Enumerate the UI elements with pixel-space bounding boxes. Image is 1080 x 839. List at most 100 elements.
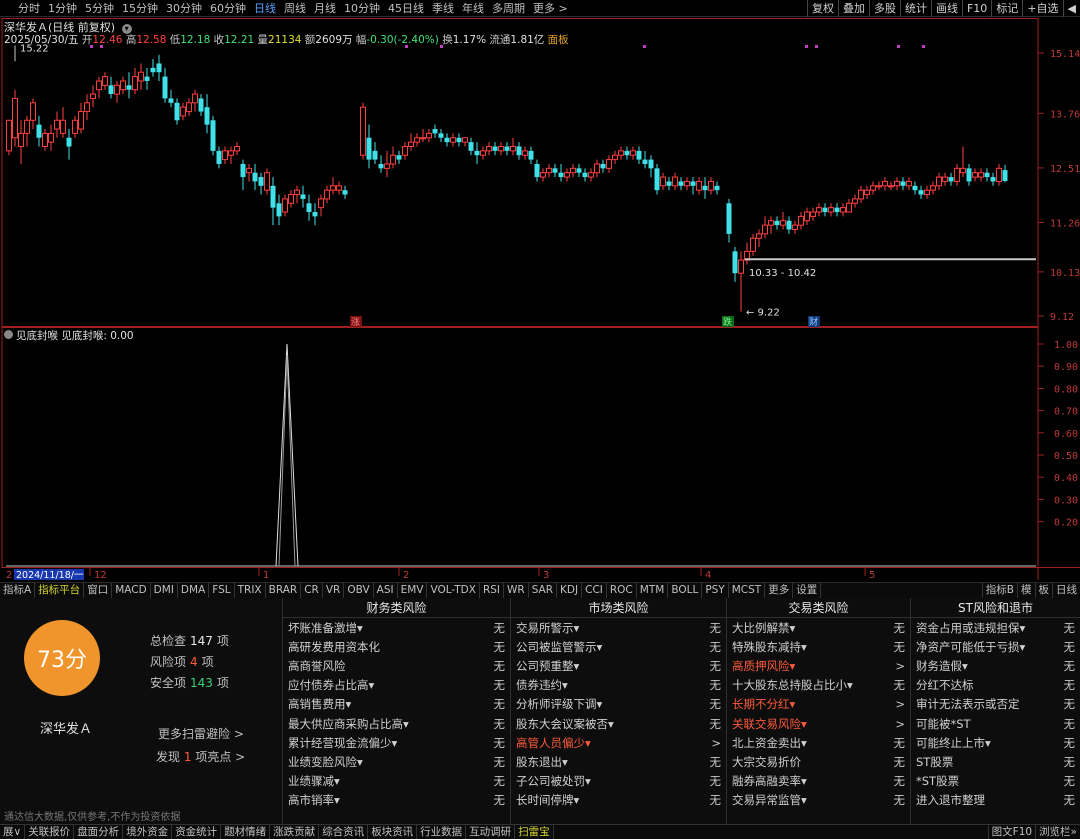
indicator-tab-1[interactable]: 指标平台 xyxy=(35,583,85,598)
indicator-tab-19[interactable]: CCI xyxy=(582,583,607,598)
risk-row[interactable]: 可能被*ST 无 xyxy=(911,714,1080,733)
panel-link[interactable]: 面板 xyxy=(548,34,569,46)
toolbar-button-4[interactable]: 画线 xyxy=(930,0,962,17)
period-tab-9[interactable]: 10分钟 xyxy=(340,0,384,16)
risk-row[interactable]: 长时间停牌▾ 无 xyxy=(511,791,726,810)
indicator-tab-15[interactable]: RSI xyxy=(480,583,504,598)
risk-row[interactable]: 应付债券占比高▾ 无 xyxy=(283,676,510,695)
period-tab-1[interactable]: 1分钟 xyxy=(44,0,81,16)
risk-row[interactable]: 十大股东总持股占比小▾ 无 xyxy=(727,676,910,695)
more-scan-link[interactable]: 更多扫雷避险 > xyxy=(158,725,244,742)
toolbar-button-6[interactable]: 标记 xyxy=(991,0,1022,17)
period-tab-8[interactable]: 月线 xyxy=(310,0,340,16)
indicator-tab-8[interactable]: BRAR xyxy=(266,583,302,598)
period-tab-5[interactable]: 60分钟 xyxy=(206,0,250,16)
bottom-tab-1[interactable]: 关联报价 xyxy=(25,825,75,839)
risk-row[interactable]: 高质押风险▾ > xyxy=(727,656,910,675)
risk-row[interactable]: 特殊股东减持▾ 无 xyxy=(727,637,910,656)
toolbar-button-1[interactable]: 叠加 xyxy=(837,0,869,17)
period-tab-6[interactable]: 日线 xyxy=(250,0,280,16)
risk-row[interactable]: 长期不分红▾ > xyxy=(727,695,910,714)
indicator-tab-18[interactable]: KDJ xyxy=(557,583,583,598)
risk-row[interactable]: 关联交易风险▾ > xyxy=(727,714,910,733)
period-tab-7[interactable]: 周线 xyxy=(280,0,310,16)
risk-row[interactable]: 交易所警示▾ 无 xyxy=(511,618,726,637)
indicator-tab-23[interactable]: PSY xyxy=(702,583,729,598)
risk-row[interactable]: 交易异常监管▾ 无 xyxy=(727,791,910,810)
risk-row[interactable]: 累计经营现金流偏少▾ 无 xyxy=(283,733,510,752)
indicator-tab-5[interactable]: DMA xyxy=(178,583,210,598)
risk-row[interactable]: 业绩骤减▾ 无 xyxy=(283,772,510,791)
risk-row[interactable]: 子公司被处罚▾ 无 xyxy=(511,772,726,791)
period-tab-10[interactable]: 45日线 xyxy=(384,0,428,16)
indicator-tab-right-3[interactable]: 日线 xyxy=(1052,583,1080,598)
risk-row[interactable]: 公司预重整▾ 无 xyxy=(511,656,726,675)
indicator-tab-right-0[interactable]: 指标B xyxy=(981,583,1017,598)
bottom-tab-8[interactable]: 板块资讯 xyxy=(368,825,418,839)
risk-row[interactable]: 高市销率▾ 无 xyxy=(283,791,510,810)
indicator-tab-0[interactable]: 指标A xyxy=(0,583,36,598)
indicator-tab-11[interactable]: OBV xyxy=(344,583,374,598)
indicator-tab-13[interactable]: EMV xyxy=(398,583,428,598)
risk-row[interactable]: 北上资金卖出▾ 无 xyxy=(727,733,910,752)
risk-row[interactable]: 大比例解禁▾ 无 xyxy=(727,618,910,637)
risk-row[interactable]: 高销售费用▾ 无 xyxy=(283,695,510,714)
indicator-tab-7[interactable]: TRIX xyxy=(235,583,266,598)
indicator-tab-right-2[interactable]: 板 xyxy=(1034,583,1053,598)
highlights-link[interactable]: 发现 1 项亮点 > xyxy=(156,748,245,765)
indicator-tab-2[interactable]: 窗口 xyxy=(84,583,113,598)
risk-row[interactable]: 债券违约▾ 无 xyxy=(511,676,726,695)
risk-row[interactable]: ST股票 无 xyxy=(911,752,1080,771)
risk-row[interactable]: 股东大会议案被否▾ 无 xyxy=(511,714,726,733)
period-tab-14[interactable]: 更多 > xyxy=(529,0,572,16)
risk-row[interactable]: 业绩变脸风险▾ 无 xyxy=(283,752,510,771)
risk-row[interactable]: 公司被监管警示▾ 无 xyxy=(511,637,726,656)
indicator-tab-4[interactable]: DMI xyxy=(151,583,178,598)
bottom-tab-7[interactable]: 综合资讯 xyxy=(319,825,369,839)
risk-row[interactable]: 高管人员偏少▾ > xyxy=(511,733,726,752)
toolbar-button-3[interactable]: 统计 xyxy=(899,0,931,17)
risk-row[interactable]: 净资产可能低于亏损▾ 无 xyxy=(911,637,1080,656)
bottom-tab-4[interactable]: 资金统计 xyxy=(172,825,222,839)
bottom-tab-9[interactable]: 行业数据 xyxy=(417,825,467,839)
risk-row[interactable]: 可能终止上市▾ 无 xyxy=(911,733,1080,752)
indicator-tab-16[interactable]: WR xyxy=(504,583,529,598)
period-tab-12[interactable]: 年线 xyxy=(458,0,488,16)
bottom-tab-10[interactable]: 互动调研 xyxy=(466,825,516,839)
risk-row[interactable]: 资金占用或违规担保▾ 无 xyxy=(911,618,1080,637)
risk-row[interactable]: 大宗交易折价 无 xyxy=(727,752,910,771)
toolbar-button-5[interactable]: F10 xyxy=(961,0,991,17)
bottom-tab-6[interactable]: 涨跌贡献 xyxy=(270,825,320,839)
risk-row[interactable]: 高商誉风险 无 xyxy=(283,656,510,675)
bottom-tab-5[interactable]: 题材情绪 xyxy=(221,825,271,839)
bottom-tab-3[interactable]: 境外资金 xyxy=(123,825,173,839)
indicator-tab-26[interactable]: 设置 xyxy=(793,583,822,598)
indicator-menu-icon[interactable] xyxy=(4,330,13,339)
indicator-tab-14[interactable]: VOL-TDX xyxy=(427,583,480,598)
risk-row[interactable]: 分析师评级下调▾ 无 xyxy=(511,695,726,714)
period-tab-4[interactable]: 30分钟 xyxy=(162,0,206,16)
indicator-tab-right-1[interactable]: 模 xyxy=(1017,583,1035,598)
indicator-tab-24[interactable]: MCST xyxy=(729,583,766,598)
period-tab-2[interactable]: 5分钟 xyxy=(81,0,118,16)
toolbar-button-7[interactable]: +自选 xyxy=(1022,0,1062,17)
risk-row[interactable]: 财务造假▾ 无 xyxy=(911,656,1080,675)
period-tab-3[interactable]: 15分钟 xyxy=(118,0,162,16)
bottom-right-1[interactable]: 浏览栏» xyxy=(1035,825,1080,839)
risk-row[interactable]: 进入退市整理 无 xyxy=(911,791,1080,810)
risk-row[interactable]: 高研发费用资本化 无 xyxy=(283,637,510,656)
period-tab-0[interactable]: 分时 xyxy=(14,0,44,16)
toolbar-button-8[interactable]: ◀ xyxy=(1062,0,1080,17)
indicator-tab-17[interactable]: SAR xyxy=(529,583,558,598)
risk-row[interactable]: 融券高融卖率▾ 无 xyxy=(727,772,910,791)
indicator-tab-25[interactable]: 更多 xyxy=(765,583,794,598)
toolbar-button-0[interactable]: 复权 xyxy=(806,0,838,17)
risk-row[interactable]: 审计无法表示或否定 无 xyxy=(911,695,1080,714)
indicator-tab-6[interactable]: FSL xyxy=(209,583,235,598)
risk-row[interactable]: 最大供应商采购占比高▾ 无 xyxy=(283,714,510,733)
period-tab-13[interactable]: 多周期 xyxy=(488,0,529,16)
indicator-tab-21[interactable]: MTM xyxy=(637,583,669,598)
indicator-tab-22[interactable]: BOLL xyxy=(668,583,703,598)
kline-chart[interactable]: 15.1413.7612.5111.2610.139.1215.22← 9.22… xyxy=(0,18,1080,580)
bottom-tab-0[interactable]: 展∨ xyxy=(0,825,26,839)
